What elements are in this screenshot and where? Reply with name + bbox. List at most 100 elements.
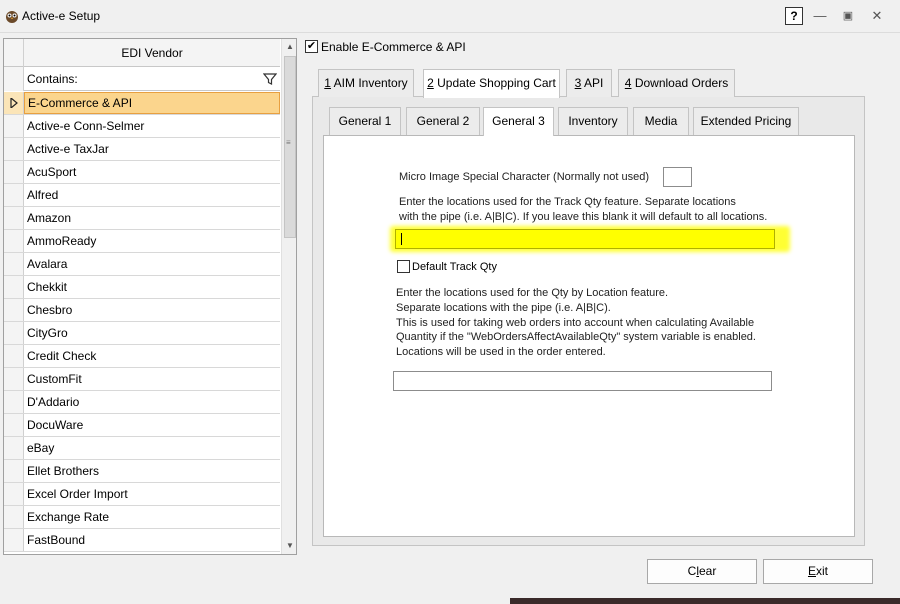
qty-location-desc-line-4: Quantity if the "WebOrdersAffectAvailabl… bbox=[396, 331, 756, 343]
vendor-name-cell[interactable]: FastBound bbox=[24, 529, 280, 551]
row-indicator[interactable] bbox=[4, 138, 24, 160]
vendor-row[interactable]: FastBound bbox=[4, 529, 280, 552]
row-indicator[interactable] bbox=[4, 529, 24, 551]
tab-media[interactable]: Media bbox=[633, 107, 689, 135]
help-button[interactable]: ? bbox=[785, 7, 803, 25]
vendor-row[interactable]: Credit Check bbox=[4, 345, 280, 368]
vendor-name-cell[interactable]: CustomFit bbox=[24, 368, 280, 390]
maximize-button[interactable]: ▣ bbox=[838, 7, 858, 25]
tab-inventory[interactable]: Inventory bbox=[558, 107, 628, 135]
row-indicator[interactable] bbox=[4, 506, 24, 528]
track-qty-desc-line-1: Enter the locations used for the Track Q… bbox=[399, 196, 736, 208]
close-button[interactable]: ✕ bbox=[866, 7, 888, 25]
row-indicator[interactable] bbox=[4, 345, 24, 367]
vendor-row[interactable]: Active-e TaxJar bbox=[4, 138, 280, 161]
vendor-row[interactable]: D'Addario bbox=[4, 391, 280, 414]
row-indicator[interactable] bbox=[4, 414, 24, 436]
vendor-row[interactable]: AmmoReady bbox=[4, 230, 280, 253]
vendor-row[interactable]: Chesbro bbox=[4, 299, 280, 322]
vendor-name-cell[interactable]: D'Addario bbox=[24, 391, 280, 413]
qty-location-desc-line-1: Enter the locations used for the Qty by … bbox=[396, 287, 669, 299]
filter-row-corner bbox=[4, 67, 24, 91]
row-indicator[interactable] bbox=[4, 184, 24, 206]
row-indicator[interactable] bbox=[4, 161, 24, 183]
vendor-row[interactable]: Active-e Conn-Selmer bbox=[4, 115, 280, 138]
tab-download-orders[interactable]: 4 Download Orders bbox=[618, 69, 735, 97]
vendor-row[interactable]: Chekkit bbox=[4, 276, 280, 299]
vendor-name-cell[interactable]: Alfred bbox=[24, 184, 280, 206]
vendor-name-cell[interactable]: AmmoReady bbox=[24, 230, 280, 252]
tab-extended-pricing[interactable]: Extended Pricing bbox=[693, 107, 799, 135]
enable-ecommerce-label: Enable E-Commerce & API bbox=[321, 39, 466, 54]
desktop-background-strip bbox=[510, 598, 900, 604]
clear-label-end: ear bbox=[699, 564, 717, 578]
vendor-name-cell[interactable]: CityGro bbox=[24, 322, 280, 344]
row-indicator[interactable] bbox=[4, 322, 24, 344]
filter-funnel-icon[interactable] bbox=[263, 72, 277, 86]
vendor-name-cell[interactable]: Amazon bbox=[24, 207, 280, 229]
vendor-row[interactable]: E-Commerce & API bbox=[4, 92, 280, 115]
vendor-name-cell[interactable]: Chekkit bbox=[24, 276, 280, 298]
default-track-qty-checkbox[interactable] bbox=[397, 260, 410, 274]
vendor-name-cell[interactable]: DocuWare bbox=[24, 414, 280, 436]
tab-hotkey: 1 bbox=[324, 76, 331, 90]
tab-general-2[interactable]: General 2 bbox=[406, 107, 480, 135]
vendor-name-cell[interactable]: eBay bbox=[24, 437, 280, 459]
vendor-row[interactable]: Avalara bbox=[4, 253, 280, 276]
default-track-qty-row[interactable]: Default Track Qty bbox=[397, 259, 497, 274]
edi-vendor-column-header[interactable]: EDI Vendor bbox=[24, 39, 280, 67]
tab-api[interactable]: 3 API bbox=[566, 69, 612, 97]
row-indicator[interactable] bbox=[4, 483, 24, 505]
vendor-row[interactable]: AcuSport bbox=[4, 161, 280, 184]
vendor-name-cell[interactable]: Credit Check bbox=[24, 345, 280, 367]
vendor-row[interactable]: Amazon bbox=[4, 207, 280, 230]
vendor-row[interactable]: CustomFit bbox=[4, 368, 280, 391]
scroll-grip-icon: ≡ bbox=[286, 138, 291, 147]
vendor-row[interactable]: CityGro bbox=[4, 322, 280, 345]
scroll-down-icon[interactable]: ▼ bbox=[282, 538, 296, 554]
row-indicator[interactable] bbox=[4, 207, 24, 229]
vendor-row[interactable]: Ellet Brothers bbox=[4, 460, 280, 483]
row-indicator[interactable] bbox=[4, 115, 24, 137]
row-indicator[interactable] bbox=[4, 92, 24, 114]
vendor-name-cell[interactable]: Ellet Brothers bbox=[24, 460, 280, 482]
enable-ecommerce-checkbox[interactable]: ✔ bbox=[305, 40, 318, 54]
vendor-name-cell[interactable]: E-Commerce & API bbox=[24, 92, 280, 114]
row-indicator[interactable] bbox=[4, 437, 24, 459]
qty-by-location-input[interactable] bbox=[393, 371, 772, 391]
vendor-rows: E-Commerce & API Active-e Conn-Selmer Acti… bbox=[4, 92, 280, 552]
clear-button[interactable]: Clear bbox=[647, 559, 757, 584]
vendor-row[interactable]: eBay bbox=[4, 437, 280, 460]
vendor-name-cell[interactable]: Chesbro bbox=[24, 299, 280, 321]
vendor-row[interactable]: Alfred bbox=[4, 184, 280, 207]
row-indicator[interactable] bbox=[4, 253, 24, 275]
row-indicator[interactable] bbox=[4, 391, 24, 413]
vendor-name-cell[interactable]: Active-e Conn-Selmer bbox=[24, 115, 280, 137]
track-qty-locations-input[interactable] bbox=[395, 229, 775, 249]
tab-update-shopping-cart[interactable]: 2 Update Shopping Cart bbox=[423, 69, 560, 98]
vendor-name-cell[interactable]: Active-e TaxJar bbox=[24, 138, 280, 160]
filter-row[interactable]: Contains: bbox=[4, 67, 280, 91]
vendor-name-cell[interactable]: Avalara bbox=[24, 253, 280, 275]
exit-button[interactable]: Exit bbox=[763, 559, 873, 584]
tab-general-3[interactable]: General 3 bbox=[483, 107, 554, 136]
vendor-row[interactable]: Excel Order Import bbox=[4, 483, 280, 506]
vendor-grid-scrollbar[interactable]: ▲ ≡ ▼ bbox=[281, 39, 296, 554]
row-indicator[interactable] bbox=[4, 230, 24, 252]
vendor-name-cell[interactable]: Excel Order Import bbox=[24, 483, 280, 505]
vendor-row[interactable]: DocuWare bbox=[4, 414, 280, 437]
vendor-row[interactable]: Exchange Rate bbox=[4, 506, 280, 529]
minimize-button[interactable]: — bbox=[810, 7, 830, 25]
grid-header: EDI Vendor bbox=[4, 39, 280, 67]
enable-ecommerce-row[interactable]: ✔ Enable E-Commerce & API bbox=[305, 39, 466, 55]
tab-aim-inventory[interactable]: 1 AIM Inventory bbox=[318, 69, 414, 97]
vendor-name-cell[interactable]: Exchange Rate bbox=[24, 506, 280, 528]
row-indicator[interactable] bbox=[4, 276, 24, 298]
row-indicator[interactable] bbox=[4, 460, 24, 482]
scroll-up-icon[interactable]: ▲ bbox=[282, 39, 296, 55]
vendor-name-cell[interactable]: AcuSport bbox=[24, 161, 280, 183]
tab-general-1[interactable]: General 1 bbox=[329, 107, 401, 135]
row-indicator[interactable] bbox=[4, 299, 24, 321]
row-indicator[interactable] bbox=[4, 368, 24, 390]
micro-image-input[interactable] bbox=[663, 167, 692, 187]
